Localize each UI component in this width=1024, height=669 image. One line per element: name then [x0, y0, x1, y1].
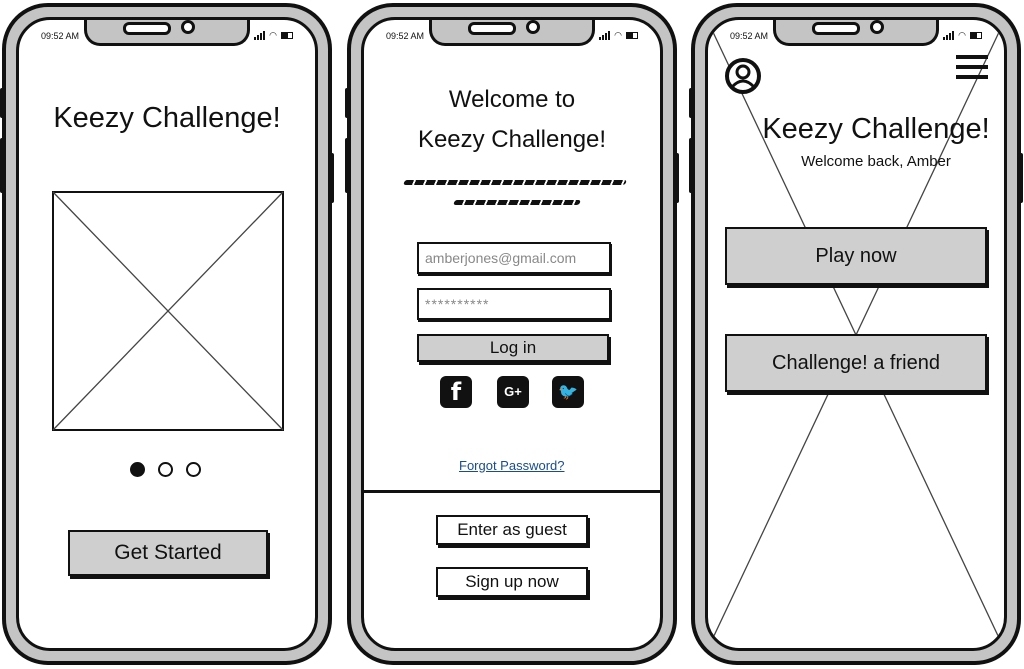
pager-dot[interactable]	[158, 462, 173, 477]
app-title: Keezy Challenge!	[762, 113, 990, 145]
status-bar: 09:52 AM ◠	[708, 31, 1004, 45]
phone-onboarding: 09:52 AM ◠ Keezy Challenge! Get Started	[0, 3, 334, 665]
signal-icon	[254, 31, 266, 40]
status-time: 09:52 AM	[730, 31, 769, 41]
status-time: 09:52 AM	[41, 31, 80, 41]
placeholder-text-scribble	[403, 180, 627, 185]
pager-dot-active[interactable]	[130, 462, 145, 477]
wifi-icon: ◠	[614, 30, 622, 40]
pager-dot[interactable]	[186, 462, 201, 477]
wifi-icon: ◠	[269, 30, 277, 40]
screen: 09:52 AM ◠ Keezy Challenge! Get Started	[16, 17, 318, 651]
login-button[interactable]: Log in	[417, 334, 609, 362]
screen: 09:52 AM ◠ Keezy Challenge! Welcome back…	[705, 17, 1007, 651]
get-started-button[interactable]: Get Started	[68, 530, 268, 576]
twitter-icon[interactable]: 🐦	[552, 376, 584, 408]
forgot-password-link[interactable]: Forgot Password?	[459, 458, 565, 473]
placeholder-text-scribble	[453, 200, 581, 205]
battery-icon	[970, 32, 982, 39]
status-bar: 09:52 AM ◠	[19, 31, 315, 45]
status-time: 09:52 AM	[386, 31, 425, 41]
phone-home: 09:52 AM ◠ Keezy Challenge! Welcome back…	[689, 3, 1023, 665]
divider	[364, 490, 660, 493]
welcome-title-line1: Welcome to	[448, 86, 576, 113]
phone-login: 09:52 AM ◠ Welcome to Keezy Challenge! a…	[345, 3, 679, 665]
enter-as-guest-button[interactable]: Enter as guest	[436, 515, 588, 545]
challenge-friend-button[interactable]: Challenge! a friend	[725, 334, 987, 392]
screen: 09:52 AM ◠ Welcome to Keezy Challenge! a…	[361, 17, 663, 651]
play-now-button[interactable]: Play now	[725, 227, 987, 285]
app-title: Keezy Challenge!	[53, 102, 281, 134]
welcome-back-text: Welcome back, Amber	[801, 153, 951, 170]
wifi-icon: ◠	[958, 30, 966, 40]
image-placeholder	[52, 191, 284, 431]
email-field[interactable]: amberjones@gmail.com	[417, 242, 611, 274]
status-bar: 09:52 AM ◠	[364, 31, 660, 45]
facebook-icon[interactable]: f	[440, 376, 472, 408]
password-field[interactable]: **********	[417, 288, 611, 320]
battery-icon	[626, 32, 638, 39]
profile-avatar-icon[interactable]	[724, 57, 762, 95]
welcome-title-line2: Keezy Challenge!	[417, 126, 607, 153]
signal-icon	[599, 31, 611, 40]
signal-icon	[943, 31, 955, 40]
google-plus-icon[interactable]: G+	[497, 376, 529, 408]
battery-icon	[281, 32, 293, 39]
hamburger-menu-icon[interactable]	[956, 55, 988, 79]
sign-up-button[interactable]: Sign up now	[436, 567, 588, 597]
